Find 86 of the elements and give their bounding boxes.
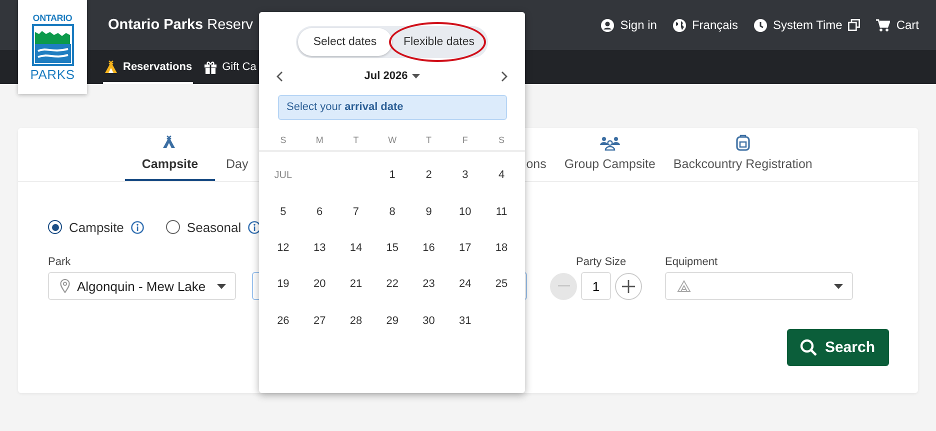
caret-icon: [217, 284, 226, 288]
logo[interactable]: ONTARIO PARKS: [18, 0, 87, 94]
calendar-day[interactable]: 10: [446, 193, 484, 230]
search-icon: [800, 339, 817, 356]
calendar-day[interactable]: 31: [446, 302, 484, 339]
calendar-day[interactable]: 21: [338, 266, 374, 303]
logo-text: ONTARIO: [32, 12, 72, 22]
tent-icon: [104, 60, 118, 74]
windows-icon: [848, 19, 860, 31]
radio-button[interactable]: [166, 220, 180, 234]
weekday-label: W: [387, 135, 398, 145]
calendar-day[interactable]: 4: [483, 157, 520, 194]
tent-icon: [162, 135, 178, 151]
map-pin-icon: [60, 279, 70, 293]
nav-item[interactable]: Reservations: [103, 52, 194, 84]
calendar-day[interactable]: 7: [338, 193, 374, 230]
gift-icon: [204, 60, 218, 74]
calendar-day[interactable]: 9: [410, 193, 447, 230]
people-icon: [600, 135, 620, 151]
calendar-day[interactable]: 25: [483, 266, 520, 303]
calendar-day[interactable]: 12: [265, 230, 302, 266]
month-dropdown[interactable]: Jul 2026: [364, 70, 420, 82]
header-link[interactable]: Français: [672, 18, 738, 32]
caret-icon: [834, 284, 843, 288]
calendar-day[interactable]: 8: [374, 193, 411, 230]
field-label: Equipment: [665, 255, 719, 269]
field-label: Park: [48, 255, 72, 269]
chevron-right-icon: [501, 70, 508, 82]
site-title: Ontario Parks Reserv: [108, 17, 254, 33]
calendar-day[interactable]: 23: [410, 266, 447, 303]
weekday-label: M: [314, 135, 324, 145]
weekday-label: F: [461, 135, 469, 145]
info-icon: [130, 220, 144, 234]
party-size-input[interactable]: 1: [581, 272, 611, 300]
calendar-day[interactable]: 11: [483, 193, 520, 230]
radio-button[interactable]: [48, 220, 62, 234]
mode-option[interactable]: Select dates: [298, 28, 392, 56]
header-link[interactable]: Sign in: [601, 18, 657, 32]
calendar-day[interactable]: 1: [374, 157, 411, 194]
calendar-day[interactable]: 30: [410, 302, 447, 339]
calendar-day[interactable]: 22: [374, 266, 411, 303]
header-link[interactable]: System Time: [754, 18, 860, 32]
calendar-day[interactable]: 28: [338, 302, 374, 339]
cart-icon: [876, 18, 890, 32]
weekday-label: S: [279, 135, 288, 145]
calendar-day[interactable]: 2: [410, 157, 447, 194]
tent-icon: [677, 280, 691, 292]
calendar-day[interactable]: 29: [374, 302, 411, 339]
calendar-day[interactable]: 13: [301, 230, 338, 266]
calendar-day[interactable]: 27: [301, 302, 338, 339]
park-select[interactable]: Algonquin - Mew Lake: [48, 272, 236, 300]
calendar-day[interactable]: 24: [446, 266, 484, 303]
calendar-day[interactable]: 17: [446, 230, 484, 266]
tab[interactable]: Campsite: [125, 128, 215, 181]
plus-button[interactable]: [615, 272, 642, 300]
plus-icon: [622, 280, 635, 292]
clock-icon: [754, 18, 767, 32]
weekday-label: T: [352, 135, 360, 145]
weekday-label: S: [498, 135, 506, 145]
calendar-day[interactable]: 16: [410, 230, 447, 266]
user-icon: [601, 18, 614, 32]
calendar-day[interactable]: 20: [301, 266, 338, 303]
search-button[interactable]: Search: [786, 329, 889, 366]
instruction-banner: Select your arrival date: [278, 95, 506, 120]
month-label: JUL: [273, 168, 294, 183]
logo-text: PARKS: [30, 66, 75, 82]
tab[interactable]: ons: [526, 128, 546, 181]
calendar-day[interactable]: 18: [483, 230, 520, 266]
tab[interactable]: Day: [226, 128, 260, 181]
calendar-day[interactable]: 19: [265, 266, 302, 303]
chevron-left-icon: [276, 70, 282, 82]
backpack-icon: [736, 134, 750, 151]
radio-label: Seasonal: [186, 220, 242, 234]
calendar-day[interactable]: 3: [446, 157, 484, 194]
nav-item[interactable]: Gift Ca: [203, 52, 258, 84]
caret-icon: [412, 74, 420, 78]
calendar-day[interactable]: 15: [374, 230, 411, 266]
radio-label: Campsite: [69, 220, 124, 234]
calendar-day[interactable]: 26: [265, 302, 302, 339]
calendar-day[interactable]: 14: [338, 230, 374, 266]
logo-emblem: [32, 24, 74, 66]
calendar-day[interactable]: 5: [265, 193, 302, 230]
field-label: Party Size: [576, 255, 626, 269]
header-link[interactable]: Cart: [876, 18, 919, 32]
weekday-label: T: [425, 135, 432, 145]
calendar-day[interactable]: 6: [301, 193, 338, 230]
